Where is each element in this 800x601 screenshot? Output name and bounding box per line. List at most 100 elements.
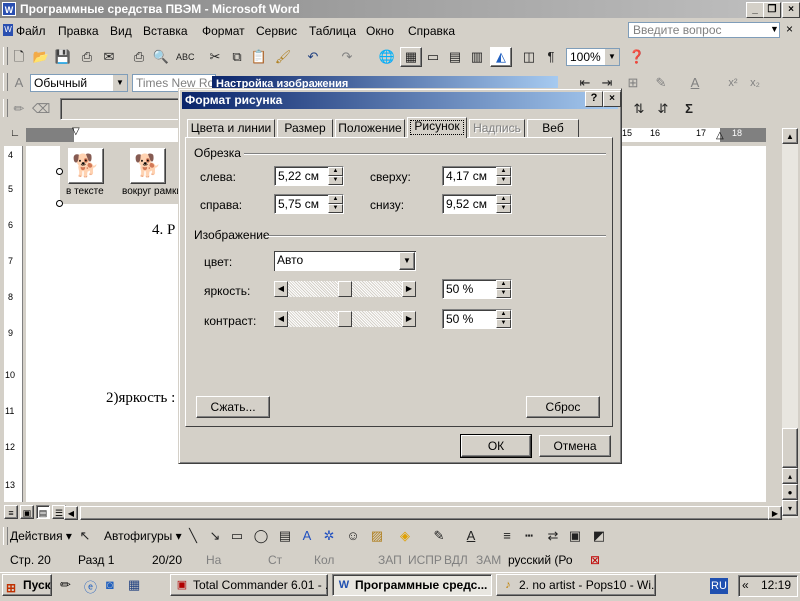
toolbar-grip[interactable] — [3, 527, 8, 545]
tab-colors-lines[interactable]: Цвета и линии — [187, 119, 275, 137]
picture-icon[interactable]: ▨ — [368, 527, 386, 545]
tab-position[interactable]: Положение — [335, 119, 405, 137]
oval-icon[interactable]: ◯ — [252, 527, 270, 545]
zoom-select[interactable]: 100% ▼ — [566, 48, 620, 66]
language-indicator[interactable]: RU — [710, 578, 728, 594]
menu-view[interactable]: Вид — [110, 24, 132, 38]
spin-up-icon[interactable]: ▲ — [496, 195, 511, 204]
fill-color-icon[interactable]: ◈ — [396, 527, 414, 545]
clipart-icon[interactable]: ☺ — [344, 527, 362, 545]
menu-tools[interactable]: Сервис — [256, 24, 297, 38]
line-icon[interactable]: ╲ — [184, 527, 202, 545]
indent-marker-icon[interactable]: ▽ — [72, 126, 80, 137]
compress-button[interactable]: Сжать... — [196, 396, 270, 418]
scroll-right-icon[interactable]: ▶ — [768, 506, 782, 520]
spin-up-icon[interactable]: ▲ — [496, 280, 511, 289]
taskbar-item-word[interactable]: W Программные средс... — [332, 574, 492, 596]
web-view-icon[interactable]: ▣ — [20, 505, 34, 519]
help-search-input[interactable]: Введите вопрос — [628, 22, 780, 38]
help-dropdown-icon[interactable]: ▼ — [770, 24, 779, 34]
brightness-field[interactable]: 50 % ▲ ▼ — [442, 279, 512, 299]
open-icon[interactable]: 📂 — [32, 48, 50, 66]
rectangle-icon[interactable]: ▭ — [228, 527, 246, 545]
sort-desc-icon[interactable]: ⇵ — [654, 100, 672, 118]
dialog-title-bar[interactable]: Формат рисунка — [182, 92, 618, 109]
menu-table[interactable]: Таблица — [309, 24, 356, 38]
contrast-field[interactable]: 50 % ▲ ▼ — [442, 309, 512, 329]
tab-size[interactable]: Размер — [277, 119, 333, 137]
brightness-slider[interactable]: ◀ ▶ — [274, 281, 416, 297]
spin-down-icon[interactable]: ▼ — [496, 176, 511, 185]
spin-up-icon[interactable]: ▲ — [328, 167, 343, 176]
dash-style-icon[interactable]: ┅ — [520, 527, 538, 545]
dialog-close-button[interactable]: × — [603, 91, 621, 107]
taskbar-item-total-commander[interactable]: ▣ Total Commander 6.01 - ... — [170, 574, 328, 596]
shadow-icon[interactable]: ▣ — [566, 527, 584, 545]
prev-page-icon[interactable]: ▴ — [782, 468, 798, 484]
taskbar-item-winamp[interactable]: ♪ 2. no artist - Pops10 - Wi... — [496, 574, 656, 596]
spin-down-icon[interactable]: ▼ — [328, 176, 343, 185]
scroll-thumb[interactable] — [80, 506, 770, 520]
spin-down-icon[interactable]: ▼ — [496, 289, 511, 298]
minimize-button[interactable]: _ — [746, 2, 764, 18]
crop-bottom-field[interactable]: 9,52 см ▲ ▼ — [442, 194, 512, 214]
start-button[interactable]: ⊞ Пуск — [2, 574, 52, 596]
insert-table-icon[interactable]: ▭ — [424, 48, 442, 66]
dialog-help-button[interactable]: ? — [585, 91, 603, 107]
new-doc-icon[interactable]: 🗋 — [10, 48, 28, 66]
show-hide-icon[interactable]: ¶ — [542, 48, 560, 66]
tab-picture[interactable]: Рисунок — [407, 117, 467, 138]
crop-top-field[interactable]: 4,17 см ▲ ▼ — [442, 166, 512, 186]
3d-icon[interactable]: ◩ — [590, 527, 608, 545]
print-preview-icon[interactable]: 🔍 — [152, 48, 170, 66]
menu-format[interactable]: Формат — [202, 24, 245, 38]
hyperlink-icon[interactable]: 🌐 — [378, 48, 396, 66]
wordart-icon[interactable]: A — [298, 527, 316, 545]
line-style-icon[interactable]: ≡ — [498, 527, 516, 545]
drawing-icon[interactable]: ◭ — [490, 47, 512, 67]
doc-map-icon[interactable]: ◫ — [520, 48, 538, 66]
menu-help[interactable]: Справка — [408, 24, 455, 38]
contrast-slider[interactable]: ◀ ▶ — [274, 311, 416, 327]
cancel-button[interactable]: Отмена — [539, 435, 611, 457]
select-objects-icon[interactable]: ↖ — [76, 527, 94, 545]
desktop-icon[interactable]: ▦ — [128, 577, 140, 593]
next-page-icon[interactable]: ▾ — [782, 500, 798, 516]
chevron-down-icon[interactable]: ▼ — [112, 75, 127, 91]
toolbar-grip[interactable] — [3, 47, 8, 65]
borders-icon[interactable]: ⊞ — [624, 74, 642, 92]
quicklaunch-icon[interactable]: ✏ — [60, 577, 71, 593]
help-icon[interactable]: ❓ — [628, 48, 646, 66]
resize-handle[interactable] — [56, 168, 63, 175]
doc-close-icon[interactable]: × — [786, 22, 793, 36]
word-app-icon[interactable]: W — [2, 2, 16, 16]
right-indent-marker-icon[interactable]: △ — [716, 130, 724, 141]
toolbar-grip[interactable] — [3, 99, 8, 117]
spin-down-icon[interactable]: ▼ — [496, 319, 511, 328]
insert-excel-icon[interactable]: ▤ — [446, 48, 464, 66]
vertical-scrollbar[interactable]: ▲ ▴ ● ▾ — [782, 128, 798, 518]
undo-icon[interactable]: ↶ — [304, 48, 322, 66]
copy-icon[interactable]: ⧉ — [228, 48, 246, 66]
print-icon[interactable]: ⎙ — [130, 48, 148, 66]
toolbar-grip[interactable] — [3, 73, 8, 91]
cut-icon[interactable]: ✂ — [206, 48, 224, 66]
tab-selector-icon[interactable]: ∟ — [8, 128, 22, 142]
chevron-down-icon[interactable]: ▼ — [604, 49, 619, 65]
tab-web[interactable]: Веб — [527, 119, 579, 137]
slider-left-icon[interactable]: ◀ — [274, 281, 288, 297]
ok-button[interactable]: ОК — [460, 434, 532, 458]
email-icon[interactable]: ✉ — [100, 48, 118, 66]
subscript-icon[interactable]: x₂ — [746, 74, 764, 92]
permission-icon[interactable]: ⎙ — [78, 48, 96, 66]
redo-icon[interactable]: ↷ — [338, 48, 356, 66]
font-color-icon[interactable]: A — [462, 527, 480, 545]
textbox-icon[interactable]: ▤ — [276, 527, 294, 545]
close-button[interactable]: × — [782, 2, 800, 18]
spin-down-icon[interactable]: ▼ — [496, 204, 511, 213]
print-layout-icon[interactable]: ▤ — [36, 505, 50, 519]
sum-icon[interactable]: Σ — [680, 100, 698, 118]
chevron-down-icon[interactable]: ▼ — [399, 252, 415, 270]
spin-up-icon[interactable]: ▲ — [328, 195, 343, 204]
ie-icon[interactable]: ⓔ — [84, 577, 97, 596]
